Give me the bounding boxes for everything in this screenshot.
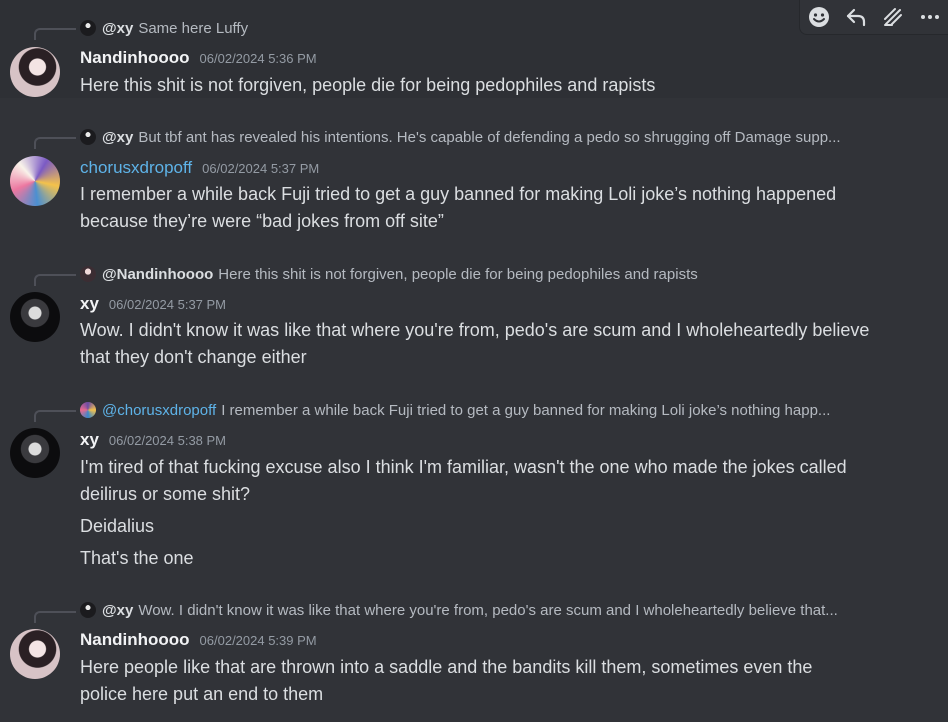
- avatar[interactable]: [10, 428, 60, 478]
- followup-message[interactable]: Deidalius: [80, 513, 920, 540]
- create-thread-icon[interactable]: [880, 4, 906, 30]
- username[interactable]: Nandinhoooo: [80, 48, 190, 68]
- message-content: Here people like that are thrown into a …: [80, 654, 920, 708]
- message-content: Here this shit is not forgiven, people d…: [80, 72, 920, 99]
- avatar[interactable]: [10, 156, 60, 206]
- message-line: Here people like that are thrown into a …: [80, 657, 813, 677]
- avatar[interactable]: [10, 292, 60, 342]
- message-line: Here this shit is not forgiven, people d…: [80, 75, 656, 95]
- reply-icon[interactable]: [843, 4, 869, 30]
- message-actions-toolbar: [799, 0, 948, 35]
- message-content: Wow. I didn't know it was like that wher…: [80, 317, 920, 371]
- timestamp: 06/02/2024 5:37 PM: [108, 297, 227, 312]
- message-line: That's the one: [80, 548, 194, 568]
- more-options-icon[interactable]: [917, 4, 943, 30]
- message-content: I'm tired of that fucking excuse also I …: [80, 454, 920, 508]
- message-line: that they don't change either: [80, 347, 307, 367]
- reply-reference[interactable]: @chorusxdropoff I remember a while back …: [80, 400, 920, 420]
- reply-preview-text: Same here Luffy: [138, 19, 249, 37]
- message-line: because they’re were “bad jokes from off…: [80, 211, 444, 231]
- timestamp: 06/02/2024 5:36 PM: [199, 51, 317, 66]
- username[interactable]: Nandinhoooo: [80, 630, 190, 650]
- message-content: I remember a while back Fuji tried to ge…: [80, 181, 920, 235]
- timestamp: 06/02/2024 5:39 PM: [199, 633, 317, 648]
- reply-reference[interactable]: @xy Same here Luffy: [80, 18, 920, 38]
- reply-username[interactable]: @chorusxdropoff: [102, 402, 216, 419]
- message-line: I'm tired of that fucking excuse also I …: [80, 457, 847, 477]
- username[interactable]: xy: [80, 430, 99, 450]
- message-line: deilirus or some shit?: [80, 484, 251, 504]
- reply-spine: [34, 611, 76, 623]
- reply-avatar-icon: [80, 20, 96, 36]
- reply-spine: [34, 274, 76, 286]
- reply-username[interactable]: @xy: [102, 129, 133, 146]
- reply-avatar-icon: [80, 602, 96, 618]
- reply-reference[interactable]: @Nandinhoooo Here this shit is not forgi…: [80, 264, 920, 284]
- followup-message[interactable]: That's the one: [80, 545, 920, 572]
- reply-username[interactable]: @xy: [102, 602, 133, 619]
- reply-preview-text: Here this shit is not forgiven, people d…: [218, 265, 698, 283]
- timestamp: 06/02/2024 5:38 PM: [108, 433, 227, 448]
- message-line: police here put an end to them: [80, 684, 324, 704]
- reply-preview-text: I remember a while back Fuji tried to ge…: [221, 401, 831, 419]
- reply-username[interactable]: @Nandinhoooo: [102, 266, 213, 283]
- reply-reference[interactable]: @xy Wow. I didn't know it was like that …: [80, 600, 920, 620]
- reply-spine: [34, 28, 76, 40]
- avatar[interactable]: [10, 629, 60, 679]
- avatar[interactable]: [10, 47, 60, 97]
- reply-spine: [34, 137, 76, 149]
- reply-avatar-icon: [80, 266, 96, 282]
- reply-avatar-icon: [80, 402, 96, 418]
- reply-preview-text: Wow. I didn't know it was like that wher…: [138, 601, 838, 619]
- reply-spine: [34, 410, 76, 422]
- reply-username[interactable]: @xy: [102, 20, 133, 37]
- reply-reference[interactable]: @xy But tbf ant has revealed his intenti…: [80, 127, 920, 147]
- message-line: I remember a while back Fuji tried to ge…: [80, 184, 837, 204]
- message-line: Wow. I didn't know it was like that wher…: [80, 320, 870, 340]
- reply-avatar-icon: [80, 129, 96, 145]
- timestamp: 06/02/2024 5:37 PM: [202, 161, 320, 176]
- username[interactable]: chorusxdropoff: [80, 158, 192, 178]
- username[interactable]: xy: [80, 294, 99, 314]
- add-reaction-icon[interactable]: [806, 4, 832, 30]
- message-line: Deidalius: [80, 516, 155, 536]
- reply-preview-text: But tbf ant has revealed his intentions.…: [138, 128, 841, 146]
